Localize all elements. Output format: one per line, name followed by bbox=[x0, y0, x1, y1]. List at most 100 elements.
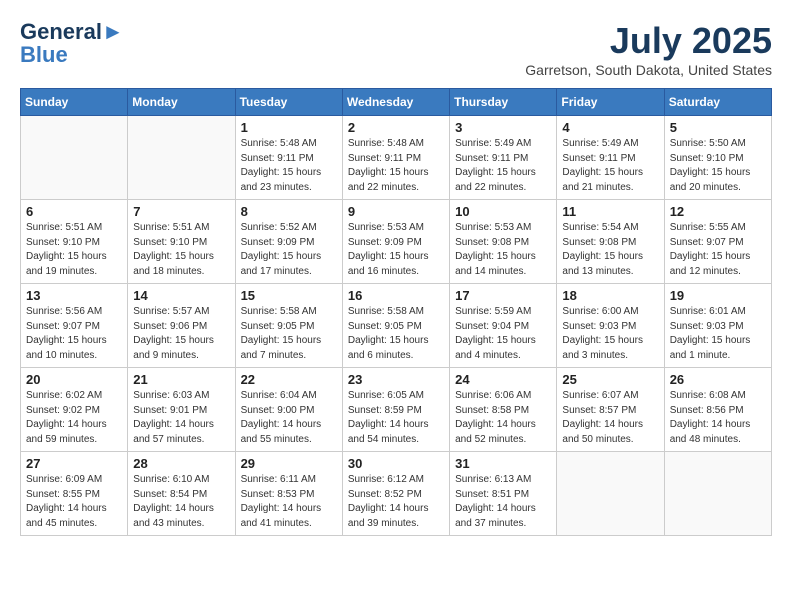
day-info: Sunrise: 5:59 AM Sunset: 9:04 PM Dayligh… bbox=[455, 305, 551, 363]
day-number: 4 bbox=[562, 120, 658, 135]
day-info: Sunrise: 6:03 AM Sunset: 9:01 PM Dayligh… bbox=[133, 389, 229, 447]
day-info: Sunrise: 5:50 AM Sunset: 9:10 PM Dayligh… bbox=[670, 137, 766, 195]
location: Garretson, South Dakota, United States bbox=[525, 62, 772, 78]
day-info: Sunrise: 6:11 AM Sunset: 8:53 PM Dayligh… bbox=[241, 473, 337, 531]
day-number: 17 bbox=[455, 288, 551, 303]
day-number: 15 bbox=[241, 288, 337, 303]
day-cell: 21 Sunrise: 6:03 AM Sunset: 9:01 PM Dayli… bbox=[128, 368, 235, 452]
day-info: Sunrise: 5:55 AM Sunset: 9:07 PM Dayligh… bbox=[670, 221, 766, 279]
week-row-3: 13 Sunrise: 5:56 AM Sunset: 9:07 PM Dayli… bbox=[21, 284, 772, 368]
month-title: July 2025 bbox=[525, 20, 772, 62]
day-info: Sunrise: 5:58 AM Sunset: 9:05 PM Dayligh… bbox=[241, 305, 337, 363]
weekday-tuesday: Tuesday bbox=[235, 89, 342, 116]
week-row-4: 20 Sunrise: 6:02 AM Sunset: 9:02 PM Dayli… bbox=[21, 368, 772, 452]
day-number: 10 bbox=[455, 204, 551, 219]
day-number: 6 bbox=[26, 204, 122, 219]
day-cell: 24 Sunrise: 6:06 AM Sunset: 8:58 PM Dayli… bbox=[450, 368, 557, 452]
day-info: Sunrise: 5:48 AM Sunset: 9:11 PM Dayligh… bbox=[241, 137, 337, 195]
day-number: 12 bbox=[670, 204, 766, 219]
day-info: Sunrise: 5:49 AM Sunset: 9:11 PM Dayligh… bbox=[455, 137, 551, 195]
logo: General► Blue bbox=[20, 20, 124, 66]
day-info: Sunrise: 6:10 AM Sunset: 8:54 PM Dayligh… bbox=[133, 473, 229, 531]
day-number: 24 bbox=[455, 372, 551, 387]
day-cell: 3 Sunrise: 5:49 AM Sunset: 9:11 PM Daylig… bbox=[450, 116, 557, 200]
day-cell: 30 Sunrise: 6:12 AM Sunset: 8:52 PM Dayli… bbox=[342, 452, 449, 536]
day-cell: 25 Sunrise: 6:07 AM Sunset: 8:57 PM Dayli… bbox=[557, 368, 664, 452]
day-number: 30 bbox=[348, 456, 444, 471]
day-number: 18 bbox=[562, 288, 658, 303]
day-number: 25 bbox=[562, 372, 658, 387]
day-cell: 27Sunrise: 6:09 AM Sunset: 8:55 PM Dayli… bbox=[21, 452, 128, 536]
week-row-2: 6 Sunrise: 5:51 AM Sunset: 9:10 PM Daylig… bbox=[21, 200, 772, 284]
day-cell: 18 Sunrise: 6:00 AM Sunset: 9:03 PM Dayli… bbox=[557, 284, 664, 368]
day-info: Sunrise: 6:04 AM Sunset: 9:00 PM Dayligh… bbox=[241, 389, 337, 447]
day-cell: 22 Sunrise: 6:04 AM Sunset: 9:00 PM Dayli… bbox=[235, 368, 342, 452]
day-number: 1 bbox=[241, 120, 337, 135]
day-cell: 4 Sunrise: 5:49 AM Sunset: 9:11 PM Daylig… bbox=[557, 116, 664, 200]
day-cell: 9Sunrise: 5:53 AM Sunset: 9:09 PM Daylig… bbox=[342, 200, 449, 284]
calendar-table: SundayMondayTuesdayWednesdayThursdayFrid… bbox=[20, 88, 772, 536]
day-cell bbox=[21, 116, 128, 200]
day-number: 13 bbox=[26, 288, 122, 303]
page-header: General► Blue July 2025 Garretson, South… bbox=[20, 20, 772, 78]
day-number: 20 bbox=[26, 372, 122, 387]
day-info: Sunrise: 5:51 AM Sunset: 9:10 PM Dayligh… bbox=[26, 221, 122, 279]
day-cell: 31 Sunrise: 6:13 AM Sunset: 8:51 PM Dayli… bbox=[450, 452, 557, 536]
weekday-friday: Friday bbox=[557, 89, 664, 116]
day-cell: 6 Sunrise: 5:51 AM Sunset: 9:10 PM Daylig… bbox=[21, 200, 128, 284]
weekday-thursday: Thursday bbox=[450, 89, 557, 116]
day-number: 23 bbox=[348, 372, 444, 387]
day-number: 7 bbox=[133, 204, 229, 219]
day-cell: 5 Sunrise: 5:50 AM Sunset: 9:10 PM Daylig… bbox=[664, 116, 771, 200]
day-cell: 1 Sunrise: 5:48 AM Sunset: 9:11 PM Daylig… bbox=[235, 116, 342, 200]
day-info: Sunrise: 6:12 AM Sunset: 8:52 PM Dayligh… bbox=[348, 473, 444, 531]
day-cell: 10 Sunrise: 5:53 AM Sunset: 9:08 PM Dayli… bbox=[450, 200, 557, 284]
day-info: Sunrise: 6:01 AM Sunset: 9:03 PM Dayligh… bbox=[670, 305, 766, 363]
day-number: 22 bbox=[241, 372, 337, 387]
day-info: Sunrise: 6:09 AM Sunset: 8:55 PM Dayligh… bbox=[26, 473, 122, 531]
day-number: 3 bbox=[455, 120, 551, 135]
day-info: Sunrise: 5:56 AM Sunset: 9:07 PM Dayligh… bbox=[26, 305, 122, 363]
day-number: 2 bbox=[348, 120, 444, 135]
day-cell: 15 Sunrise: 5:58 AM Sunset: 9:05 PM Dayli… bbox=[235, 284, 342, 368]
day-info: Sunrise: 6:00 AM Sunset: 9:03 PM Dayligh… bbox=[562, 305, 658, 363]
weekday-monday: Monday bbox=[128, 89, 235, 116]
day-cell: 26Sunrise: 6:08 AM Sunset: 8:56 PM Dayli… bbox=[664, 368, 771, 452]
day-info: Sunrise: 5:53 AM Sunset: 9:08 PM Dayligh… bbox=[455, 221, 551, 279]
day-number: 8 bbox=[241, 204, 337, 219]
day-number: 26 bbox=[670, 372, 766, 387]
day-number: 31 bbox=[455, 456, 551, 471]
day-cell: 23 Sunrise: 6:05 AM Sunset: 8:59 PM Dayli… bbox=[342, 368, 449, 452]
logo-subtext: Blue bbox=[20, 44, 68, 66]
day-info: Sunrise: 5:49 AM Sunset: 9:11 PM Dayligh… bbox=[562, 137, 658, 195]
day-number: 19 bbox=[670, 288, 766, 303]
day-cell: 2Sunrise: 5:48 AM Sunset: 9:11 PM Daylig… bbox=[342, 116, 449, 200]
weekday-wednesday: Wednesday bbox=[342, 89, 449, 116]
day-number: 28 bbox=[133, 456, 229, 471]
day-cell: 12 Sunrise: 5:55 AM Sunset: 9:07 PM Dayli… bbox=[664, 200, 771, 284]
day-number: 9 bbox=[348, 204, 444, 219]
day-number: 16 bbox=[348, 288, 444, 303]
day-info: Sunrise: 5:57 AM Sunset: 9:06 PM Dayligh… bbox=[133, 305, 229, 363]
day-info: Sunrise: 6:05 AM Sunset: 8:59 PM Dayligh… bbox=[348, 389, 444, 447]
title-area: July 2025 Garretson, South Dakota, Unite… bbox=[525, 20, 772, 78]
weekday-sunday: Sunday bbox=[21, 89, 128, 116]
day-cell: 13 Sunrise: 5:56 AM Sunset: 9:07 PM Dayli… bbox=[21, 284, 128, 368]
week-row-1: 1 Sunrise: 5:48 AM Sunset: 9:11 PM Daylig… bbox=[21, 116, 772, 200]
day-number: 21 bbox=[133, 372, 229, 387]
logo-text: General► bbox=[20, 20, 124, 44]
day-cell: 7Sunrise: 5:51 AM Sunset: 9:10 PM Daylig… bbox=[128, 200, 235, 284]
day-info: Sunrise: 6:13 AM Sunset: 8:51 PM Dayligh… bbox=[455, 473, 551, 531]
day-info: Sunrise: 6:07 AM Sunset: 8:57 PM Dayligh… bbox=[562, 389, 658, 447]
day-cell: 8Sunrise: 5:52 AM Sunset: 9:09 PM Daylig… bbox=[235, 200, 342, 284]
day-info: Sunrise: 6:02 AM Sunset: 9:02 PM Dayligh… bbox=[26, 389, 122, 447]
weekday-saturday: Saturday bbox=[664, 89, 771, 116]
day-cell: 14Sunrise: 5:57 AM Sunset: 9:06 PM Dayli… bbox=[128, 284, 235, 368]
day-cell: 29 Sunrise: 6:11 AM Sunset: 8:53 PM Dayli… bbox=[235, 452, 342, 536]
day-cell: 19 Sunrise: 6:01 AM Sunset: 9:03 PM Dayli… bbox=[664, 284, 771, 368]
day-number: 29 bbox=[241, 456, 337, 471]
day-number: 5 bbox=[670, 120, 766, 135]
day-info: Sunrise: 5:58 AM Sunset: 9:05 PM Dayligh… bbox=[348, 305, 444, 363]
day-info: Sunrise: 6:06 AM Sunset: 8:58 PM Dayligh… bbox=[455, 389, 551, 447]
day-cell bbox=[128, 116, 235, 200]
